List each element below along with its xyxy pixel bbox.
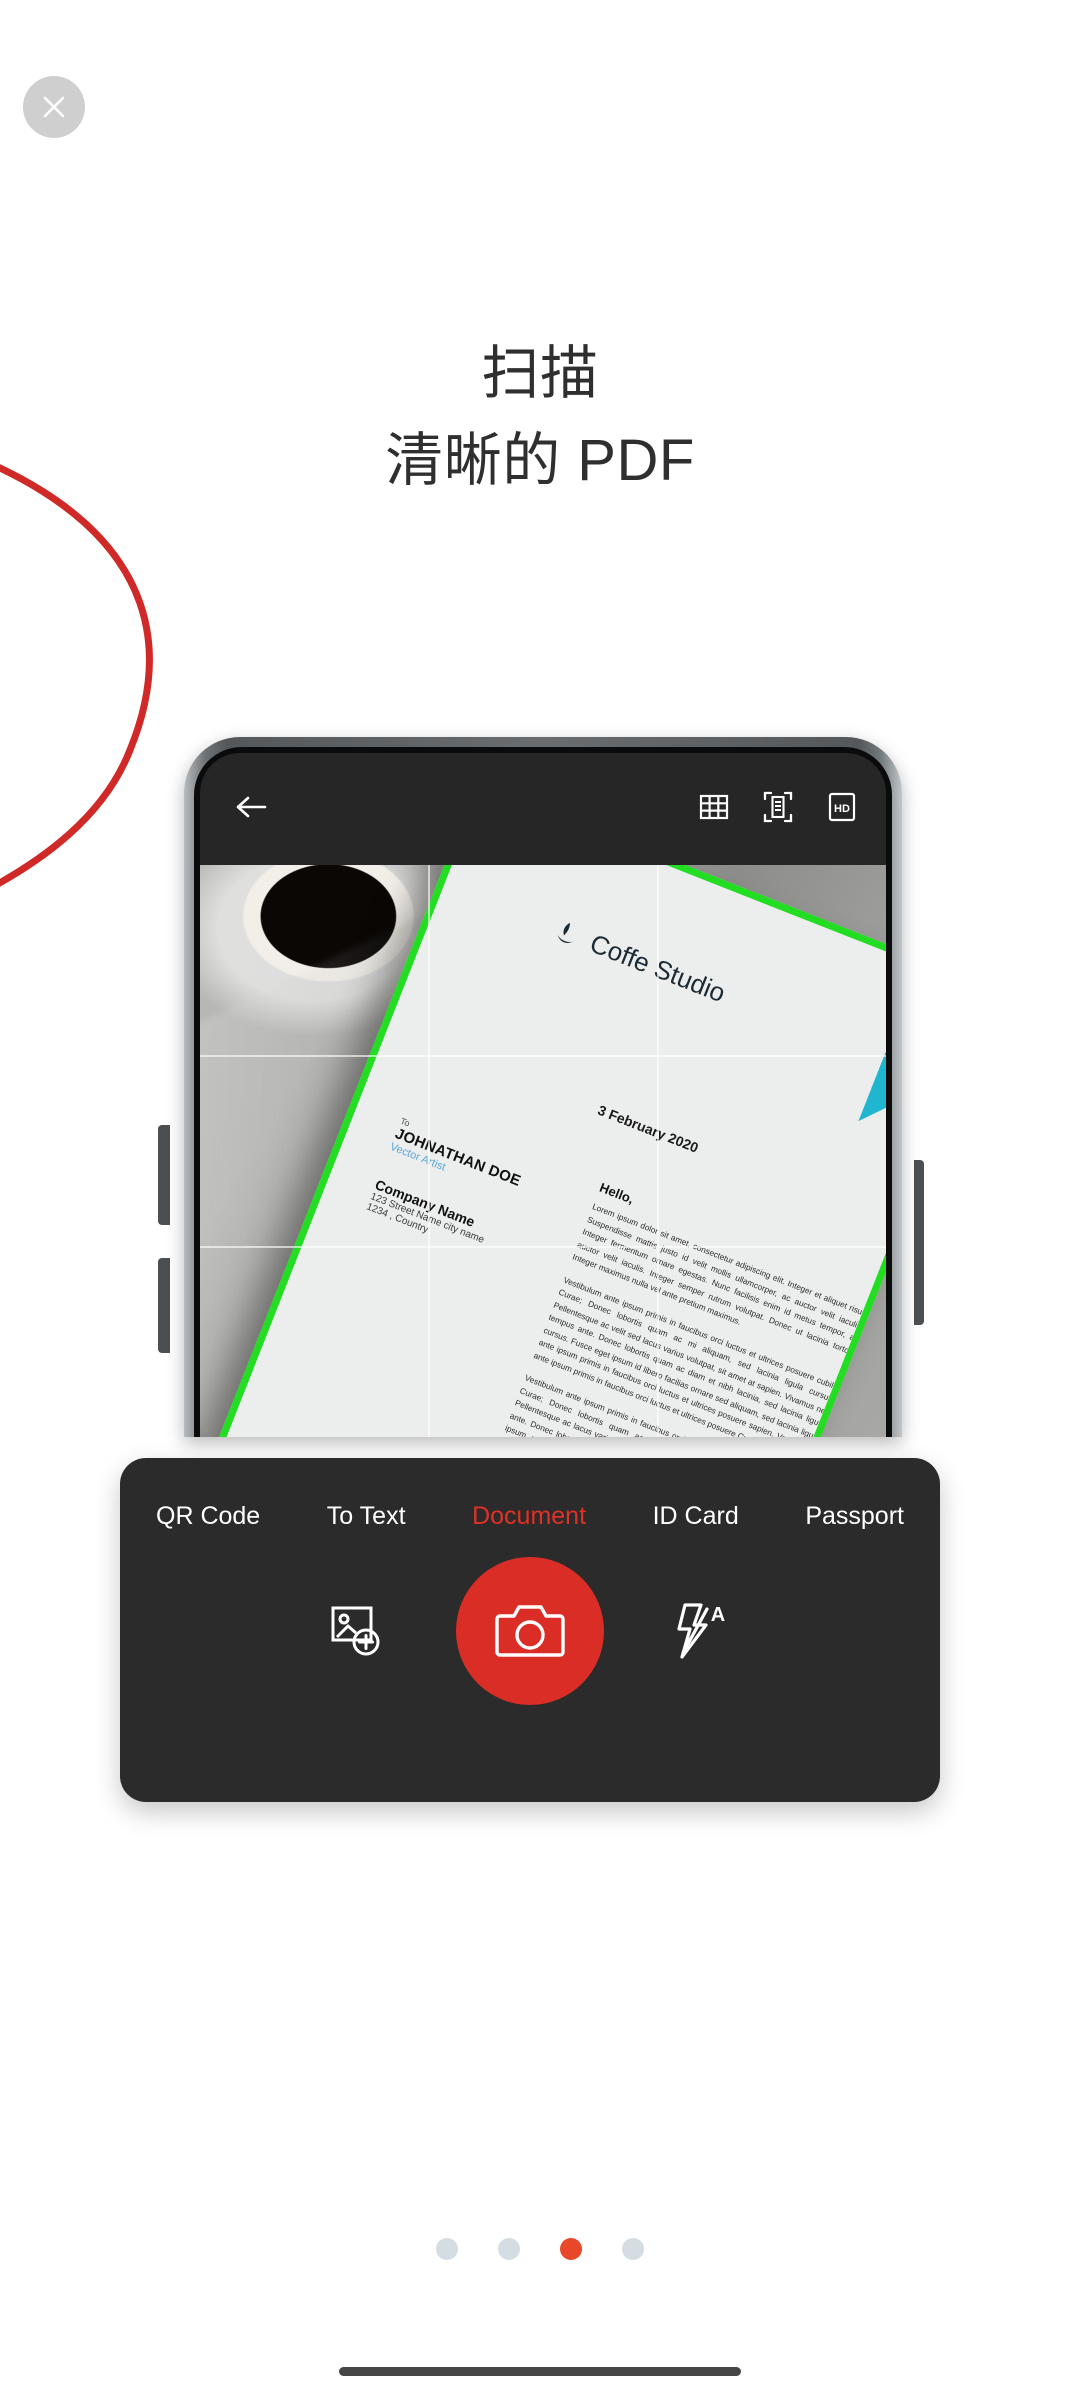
mode-tab-document[interactable]: Document (472, 1502, 586, 1531)
close-icon (43, 96, 65, 118)
close-button[interactable] (23, 76, 85, 138)
pagination-dot-1[interactable] (436, 2238, 458, 2260)
document-address-block: To JOHNATHAN DOE Vector Artist Company N… (365, 1116, 580, 1281)
mode-tab-to-text[interactable]: To Text (327, 1502, 406, 1531)
headline-line-2: 清晰的 PDF (385, 428, 695, 493)
flash-mode-button[interactable]: A (604, 1599, 804, 1663)
hd-icon[interactable]: HD (826, 790, 858, 829)
gallery-import-button[interactable] (256, 1600, 456, 1662)
phone-screen: HD Coffe Studio 3 February 2020 To JOHNA… (200, 753, 886, 1437)
capture-mode-tabs: QR Code To Text Document ID Card Passpor… (120, 1458, 940, 1531)
pagination-dot-4[interactable] (622, 2238, 644, 2260)
image-add-icon (331, 1606, 380, 1656)
home-indicator[interactable] (339, 2367, 741, 2376)
phone-mockup: HD Coffe Studio 3 February 2020 To JOHNA… (158, 737, 924, 1437)
camera-control-panel: QR Code To Text Document ID Card Passpor… (120, 1458, 940, 1802)
shutter-button[interactable] (456, 1557, 604, 1705)
headline-line-1: 扫描 (481, 341, 599, 406)
camera-icon (495, 1605, 565, 1657)
app-top-bar: HD (200, 753, 886, 865)
camera-viewport[interactable]: Coffe Studio 3 February 2020 To JOHNATHA… (200, 865, 886, 1437)
pagination-dot-3[interactable] (560, 2238, 582, 2260)
pagination-dot-2[interactable] (498, 2238, 520, 2260)
phone-volume-up-button (158, 1125, 170, 1225)
grid-icon[interactable] (698, 791, 730, 828)
phone-volume-down-button (158, 1258, 170, 1353)
top-bar-icon-group: HD (698, 790, 858, 829)
svg-text:HD: HD (834, 803, 850, 815)
mode-tab-qr-code[interactable]: QR Code (156, 1502, 260, 1531)
mode-tab-passport[interactable]: Passport (805, 1502, 904, 1531)
document-date: 3 February 2020 (595, 1101, 701, 1156)
pagination-dots (0, 2238, 1080, 2260)
document-brand: Coffe Studio (548, 913, 730, 1009)
document-brand-name: Coffe Studio (585, 927, 730, 1009)
coffee-leaf-icon (557, 922, 574, 943)
headline: 扫描 清晰的 PDF (0, 330, 1080, 504)
phone-power-button (914, 1160, 924, 1325)
mode-tab-id-card[interactable]: ID Card (653, 1502, 739, 1531)
flash-auto-icon: A (677, 1603, 725, 1659)
flash-auto-label: A (711, 1604, 725, 1626)
letterhead-ribbon (858, 965, 886, 1148)
scan-document-icon[interactable] (762, 790, 794, 829)
back-arrow-icon[interactable] (234, 792, 268, 827)
capture-controls: A (120, 1531, 940, 1705)
